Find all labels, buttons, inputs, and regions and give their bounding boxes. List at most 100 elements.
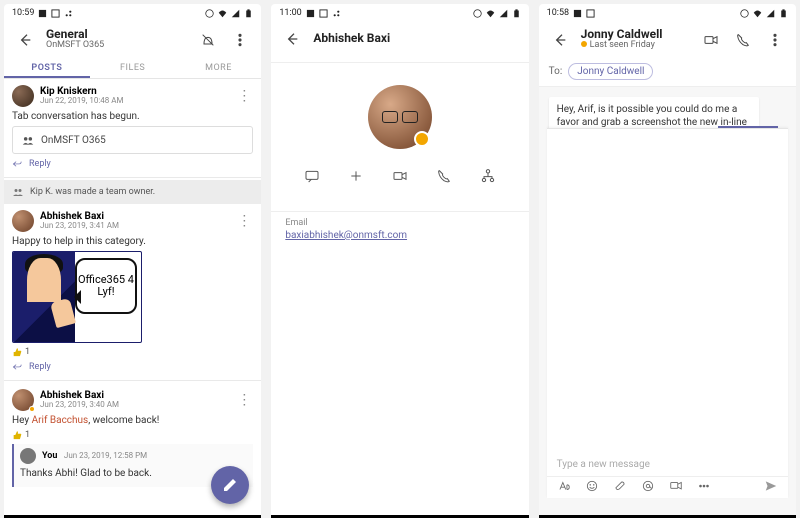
video-call-button[interactable]: [700, 29, 722, 51]
status-bar: 11:00: [271, 4, 528, 22]
post-body: Tab conversation has begun.: [12, 111, 253, 122]
reactions[interactable]: 1: [12, 347, 253, 357]
reply-label: Reply: [29, 362, 51, 372]
post-time: Jun 23, 2019, 3:40 AM: [40, 401, 229, 410]
wifi-icon: [218, 9, 227, 18]
post-overflow-button[interactable]: ⋮: [235, 89, 253, 103]
post[interactable]: Abhishek Baxi Jun 23, 2019, 3:41 AM ⋮ Ha…: [4, 204, 261, 378]
reactions[interactable]: 1: [12, 430, 253, 440]
sticker-image[interactable]: Office365 4 Lyf!: [12, 251, 142, 343]
reply-button[interactable]: Reply: [12, 361, 253, 372]
back-button[interactable]: [281, 28, 303, 50]
like-count: 1: [25, 347, 30, 357]
chat-subtitle: Last seen Friday: [581, 41, 690, 51]
tab-reference-label: OnMSFT O365: [41, 135, 106, 146]
screenshot-icon: [38, 9, 47, 18]
system-message-text: Kip K. was made a team owner.: [30, 187, 155, 197]
chat-button[interactable]: [301, 165, 323, 187]
avatar: [12, 85, 34, 107]
status-bar: 10:59: [4, 4, 261, 22]
chat-header: Jonny Caldwell Last seen Friday: [539, 22, 796, 57]
wifi-icon: [753, 9, 762, 18]
reply-label: Reply: [29, 159, 51, 169]
email-link[interactable]: baxiabhishek@onmsft.com: [285, 230, 407, 241]
profile-photo[interactable]: [368, 85, 432, 149]
compose-input[interactable]: Type a new message: [547, 453, 788, 476]
chat-body[interactable]: Hey, Arif, is it possible you could do m…: [539, 87, 796, 518]
cast-icon: [319, 9, 328, 18]
posts-feed[interactable]: Kip Kniskern Jun 22, 2019, 10:48 AM ⋮ Ta…: [4, 79, 261, 518]
divider: [271, 211, 528, 212]
channel-tabs: POSTS FILES MORE: [4, 57, 261, 79]
overflow-button[interactable]: [764, 29, 786, 51]
divider: [271, 62, 528, 63]
avatar: [20, 448, 36, 464]
tab-files[interactable]: FILES: [90, 57, 176, 78]
system-message: Kip K. was made a team owner.: [4, 180, 261, 204]
back-button[interactable]: [549, 29, 571, 51]
channel-header: General OnMSFT O365: [4, 22, 261, 57]
camera-button[interactable]: [669, 479, 683, 496]
audio-call-button[interactable]: [732, 29, 754, 51]
notifications-button[interactable]: [197, 29, 219, 51]
video-call-button[interactable]: [389, 165, 411, 187]
status-time: 10:58: [547, 8, 569, 18]
nfc-icon: [205, 9, 214, 18]
nfc-icon: [473, 9, 482, 18]
back-button[interactable]: [14, 29, 36, 51]
post-overflow-button[interactable]: ⋮: [235, 393, 253, 407]
org-button[interactable]: [477, 165, 499, 187]
sticker-text: Office365 4 Lyf!: [77, 274, 135, 298]
signal-icon: [766, 9, 775, 18]
tab-reference[interactable]: OnMSFT O365: [12, 126, 253, 154]
compose-accent: [718, 126, 778, 128]
battery-icon: [779, 9, 788, 18]
presence-dot-icon: [581, 41, 587, 47]
add-contact-button[interactable]: [345, 165, 367, 187]
post-time: Jun 23, 2019, 12:58 PM: [64, 451, 147, 460]
tab-more[interactable]: MORE: [176, 57, 262, 78]
post-author: You: [42, 451, 57, 461]
phone-screen-3: 10:58 Jonny Caldwell Last seen Friday To…: [539, 4, 796, 518]
post[interactable]: Kip Kniskern Jun 22, 2019, 10:48 AM ⋮ Ta…: [4, 79, 261, 175]
post-time: Jun 22, 2019, 10:48 AM: [40, 97, 229, 106]
screenshot-icon: [306, 9, 315, 18]
avatar: [12, 210, 34, 232]
status-time: 11:00: [279, 8, 301, 18]
audio-call-button[interactable]: [433, 165, 455, 187]
attach-button[interactable]: [613, 479, 627, 496]
profile-header: Abhishek Baxi: [271, 22, 528, 56]
mention[interactable]: Arif Bacchus: [32, 415, 89, 426]
send-button[interactable]: [764, 479, 778, 496]
email-section: Email baxiabhishek@onmsft.com: [271, 218, 528, 241]
cast-icon: [586, 9, 595, 18]
channel-subtitle: OnMSFT O365: [46, 41, 187, 51]
profile-actions: [271, 165, 528, 187]
format-button[interactable]: [557, 479, 571, 496]
post-body: Hey Arif Bacchus, welcome back!: [12, 415, 253, 426]
more-button[interactable]: [697, 479, 711, 496]
phone-screen-1: 10:59 General OnMSFT O365 POSTS FILES: [4, 4, 261, 518]
compose-panel: Type a new message: [547, 128, 788, 498]
overflow-button[interactable]: [229, 29, 251, 51]
to-label: To:: [549, 66, 563, 77]
profile-title: Abhishek Baxi: [313, 32, 518, 45]
screenshot-icon: [573, 9, 582, 18]
tab-posts[interactable]: POSTS: [4, 57, 90, 78]
post-overflow-button[interactable]: ⋮: [235, 214, 253, 228]
post-time: Jun 23, 2019, 3:41 AM: [40, 222, 229, 231]
compose-toolbar: [547, 476, 788, 498]
recipient-chip[interactable]: Jonny Caldwell: [568, 63, 653, 80]
cast-icon: [51, 9, 60, 18]
reply-button[interactable]: Reply: [12, 158, 253, 169]
post-body: Happy to help in this category.: [12, 236, 253, 247]
battery-icon: [244, 9, 253, 18]
battery-icon: [512, 9, 521, 18]
presence-badge: [29, 406, 35, 412]
compose-fab[interactable]: [211, 466, 249, 504]
mention-button[interactable]: [641, 479, 655, 496]
wifi-icon: [486, 9, 495, 18]
share-icon: [332, 9, 341, 18]
nfc-icon: [740, 9, 749, 18]
emoji-button[interactable]: [585, 479, 599, 496]
